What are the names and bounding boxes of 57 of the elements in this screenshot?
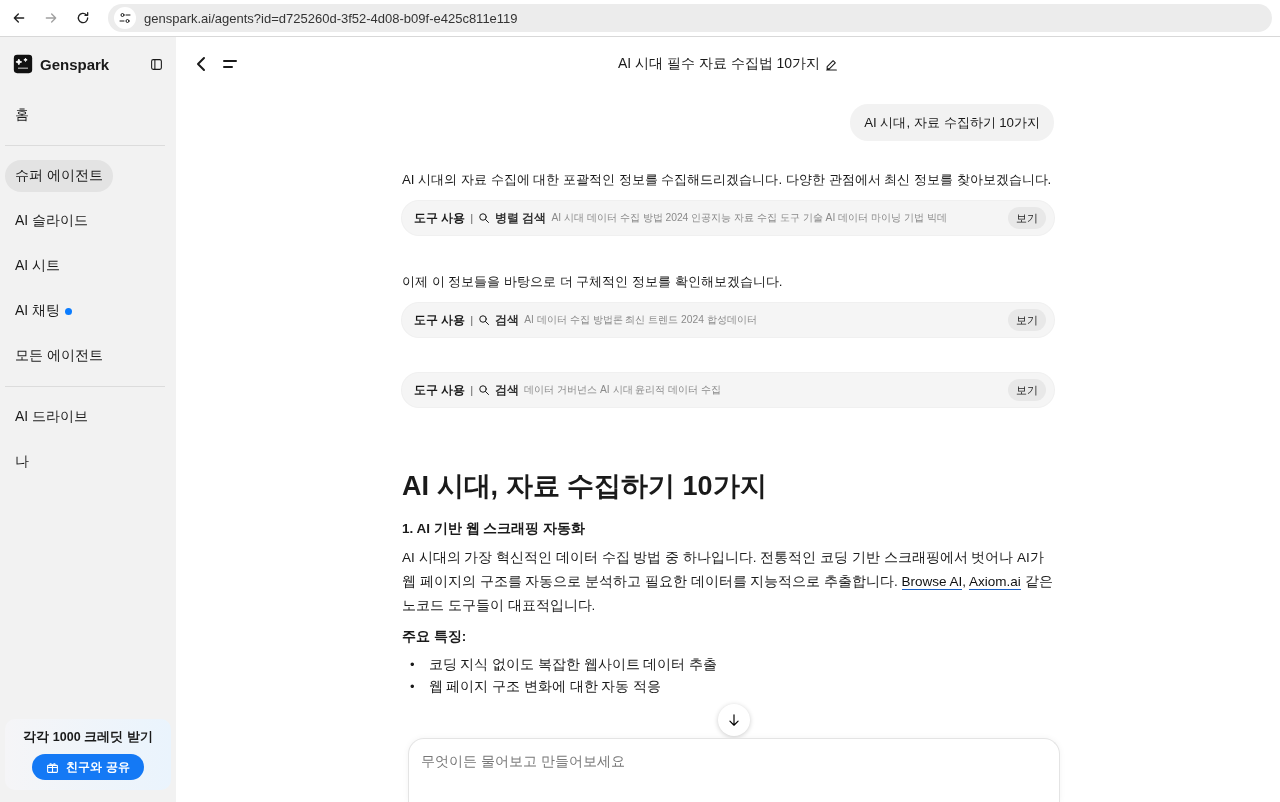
view-button[interactable]: 보기 <box>1008 309 1046 331</box>
share-button[interactable]: 친구와 공유 <box>32 754 144 780</box>
tool-name: 검색 <box>495 382 520 398</box>
search-query: AI 시대 데이터 수집 방법 2024 인공지능 자료 수집 도구 기술 AI 데이터 마이닝 기법 빅데 <box>551 211 948 225</box>
sidebar-item[interactable]: 모든 에이전트 <box>5 340 113 372</box>
gift-icon <box>46 760 60 774</box>
search-query: AI 데이터 수집 방법론 최신 트렌드 2024 합성데이터 <box>524 313 758 327</box>
assistant-text: 이제 이 정보들을 바탕으로 더 구체적인 정보를 확인해보겠습니다. <box>402 273 784 291</box>
chat-title: AI 시대 필수 자료 수집법 10가지 <box>617 55 821 73</box>
back-chevron-icon[interactable] <box>194 56 208 72</box>
sidebar-item[interactable]: AI 드라이브 <box>5 401 99 433</box>
address-bar[interactable]: genspark.ai/agents?id=d725260d-3f52-4d08-b09f-e425c811e119 <box>108 4 1272 32</box>
sidebar-item[interactable]: 홈 <box>5 99 39 131</box>
search-icon <box>478 314 491 326</box>
logo-icon[interactable] <box>13 54 33 74</box>
inline-link[interactable]: Axiom.ai <box>969 574 1021 590</box>
body-paragraph: AI 시대의 가장 혁신적인 데이터 수집 방법 중 하나입니다. 전통적인 코딩 기반 스크래핑에서 벗어나 AI가 웹 페이지의 구조를 자동으로 분석하고 필요한 데이터를 지능적으로 추출합니다. Browse AI, Axiom.ai 같은 노코드 도구들이 대표적입니다. <box>402 549 1054 615</box>
bullet-item: 코딩 지식 없이도 복잡한 웹사이트 데이터 추출 <box>428 656 718 674</box>
bullet-marker: • <box>410 656 415 674</box>
search-icon <box>478 212 491 224</box>
tool-name: 병렬 검색 <box>495 210 547 226</box>
menu-icon[interactable] <box>222 58 238 70</box>
inline-link[interactable]: Browse AI <box>901 574 963 590</box>
back-arrow-icon[interactable] <box>11 10 27 26</box>
tool-use-label: 도구 사용 <box>414 210 466 226</box>
promo-title: 각각 1000 크레딧 받기 <box>23 729 153 746</box>
reload-icon[interactable] <box>75 10 91 26</box>
separator-text: | <box>470 314 474 326</box>
brand-name: Genspark <box>40 55 111 73</box>
sidebar-item[interactable]: AI 채팅 <box>5 295 83 327</box>
view-button[interactable]: 보기 <box>1008 207 1046 229</box>
answer-heading: AI 시대, 자료 수집하기 10가지 <box>402 470 768 503</box>
sidebar-toggle-icon[interactable] <box>150 57 163 71</box>
bullet-item: 웹 페이지 구조 변화에 대한 자동 적응 <box>428 678 662 696</box>
sidebar-item[interactable]: 슈퍼 에이전트 <box>5 160 113 192</box>
section-heading: 1. AI 기반 웹 스크래핑 자동화 <box>402 520 586 538</box>
separator-text: | <box>470 212 474 224</box>
sidebar-item[interactable]: 나 <box>5 446 39 478</box>
sidebar-item[interactable]: AI 시트 <box>5 250 71 282</box>
prompt-input[interactable]: 무엇이든 물어보고 만들어보세요 <box>408 738 1060 802</box>
down-arrow-icon <box>727 713 741 727</box>
search-query: 데이터 거버넌스 AI 시대 윤리적 데이터 수집 <box>524 383 723 397</box>
user-message: AI 시대, 자료 수집하기 10가지 <box>850 104 1054 141</box>
search-icon <box>478 384 491 396</box>
tool-use-label: 도구 사용 <box>414 312 466 328</box>
view-button[interactable]: 보기 <box>1008 379 1046 401</box>
url-text: genspark.ai/agents?id=d725260d-3f52-4d08-b09f-e425c811e119 <box>144 10 518 26</box>
tool-name: 검색 <box>495 312 520 328</box>
assistant-text: AI 시대의 자료 수집에 대한 포괄적인 정보를 수집해드리겠습니다. 다양한 관점에서 최신 정보를 찾아보겠습니다. <box>402 171 1053 189</box>
pencil-icon[interactable] <box>825 57 839 71</box>
tool-use-label: 도구 사용 <box>414 382 466 398</box>
site-info-icon[interactable] <box>119 12 131 24</box>
separator-text: | <box>470 384 474 396</box>
bullet-marker: • <box>410 678 415 696</box>
sidebar-item[interactable]: AI 슬라이드 <box>5 205 99 237</box>
features-label: 주요 특징: <box>402 628 468 646</box>
scroll-down-button[interactable] <box>718 704 750 736</box>
